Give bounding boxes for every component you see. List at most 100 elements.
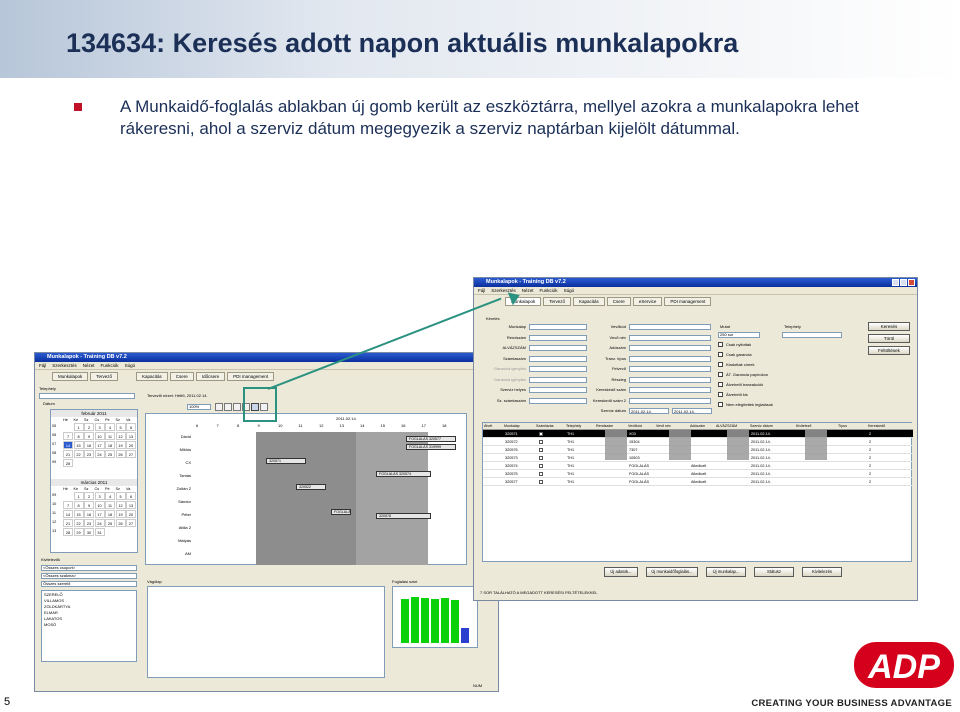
action-button[interactable]: Kivitelezés (802, 567, 842, 577)
row-checkbox[interactable] (539, 480, 543, 484)
day-cell[interactable]: 12 (115, 432, 126, 440)
day-cell[interactable]: 19 (115, 510, 126, 518)
column-header[interactable]: Munkalap (504, 423, 535, 430)
day-cell[interactable]: 5 (115, 492, 126, 500)
tab-kapacitas[interactable]: Kapacitás (136, 372, 168, 381)
day-cell[interactable]: 18 (105, 510, 115, 518)
search-field[interactable] (529, 376, 587, 383)
checkbox[interactable] (718, 382, 723, 387)
tab-idocsere[interactable]: Időcsere (195, 372, 226, 381)
day-cell[interactable]: 5 (115, 423, 126, 431)
day-cell[interactable]: 31 (94, 528, 105, 536)
row-checkbox[interactable] (539, 440, 543, 444)
day-cell[interactable]: 13 (126, 432, 136, 440)
search-field[interactable] (629, 324, 711, 330)
day-cell[interactable]: 25 (105, 450, 115, 458)
column-header[interactable]: Kereskedő (868, 423, 913, 430)
booking-bar[interactable]: 320522 (296, 484, 326, 490)
trade-filter[interactable]: <Összes szakma> (41, 573, 137, 579)
booking-bar[interactable]: FOGLALÁS 320574 (376, 471, 431, 477)
row-checkbox[interactable] (539, 448, 543, 452)
column-header[interactable]: ALVÁZSZÁM (716, 423, 749, 430)
day-cell[interactable]: 16 (84, 441, 94, 449)
action-button[interactable]: Új munkaidőfoglalás... (646, 567, 698, 577)
day-cell[interactable]: 21 (63, 450, 73, 458)
day-cell[interactable]: 9 (84, 501, 94, 509)
site-select[interactable] (39, 393, 135, 399)
close-icon[interactable] (908, 279, 915, 286)
search-field[interactable] (629, 397, 711, 404)
row-checkbox[interactable] (539, 472, 543, 476)
column-header[interactable]: Típus (838, 423, 867, 430)
toolbar-icon[interactable] (233, 403, 241, 411)
zoom-select[interactable]: 100% (187, 404, 211, 410)
table-row[interactable]: 320574 TH1 FOGLALÁS Alledlozlt 2011.02.14. 2 (483, 462, 913, 470)
tab-pdi[interactable]: PDI management (227, 372, 275, 381)
search-field[interactable] (629, 387, 711, 393)
day-cell[interactable]: 7 (63, 432, 73, 440)
tab-kapacitas[interactable]: Kapacitás (573, 297, 605, 306)
search-field[interactable] (529, 345, 587, 351)
day-cell[interactable]: 6 (126, 423, 136, 431)
day-cell[interactable]: 11 (105, 432, 115, 440)
menu-functions[interactable]: Funkciók (101, 362, 119, 369)
toolbar-icon[interactable] (224, 403, 232, 411)
day-cell[interactable]: 24 (94, 450, 105, 458)
tab-tervezo[interactable]: Tervező (90, 372, 119, 381)
day-cell[interactable]: 26 (115, 450, 126, 458)
day-cell[interactable]: 21 (63, 519, 73, 527)
day-cell[interactable]: 4 (105, 492, 115, 500)
column-header[interactable]: Számlázás (536, 423, 565, 430)
column-header[interactable]: Telephely (566, 423, 595, 430)
group-filter[interactable]: <Összes csoport> (41, 565, 137, 571)
checkbox[interactable] (718, 352, 723, 357)
minimize-icon[interactable] (892, 279, 899, 286)
day-cell[interactable]: 11 (105, 501, 115, 509)
day-cell[interactable]: 18 (105, 441, 115, 449)
search-field[interactable] (529, 355, 587, 362)
checkbox[interactable] (718, 402, 723, 407)
menu-edit[interactable]: Szerkesztés (52, 362, 77, 369)
menu-help[interactable]: Súgó (125, 362, 136, 369)
tab-eservice[interactable]: eService (632, 297, 663, 306)
day-cell[interactable]: 28 (63, 528, 73, 536)
column-header[interactable]: Vevő név (656, 423, 689, 430)
day-cell[interactable]: 3 (94, 492, 105, 500)
checkbox[interactable] (718, 372, 723, 377)
column-header[interactable]: Vevőkód (628, 423, 655, 430)
day-cell[interactable]: 8 (73, 432, 84, 440)
search-field[interactable] (629, 345, 711, 351)
menu-functions[interactable]: Funkciók (540, 287, 558, 294)
booking-bar[interactable]: FOGLALÁS 319999 (406, 444, 456, 450)
tab-munkalapok[interactable]: Munkalapok (52, 372, 89, 381)
day-cell[interactable]: 6 (126, 492, 136, 500)
day-cell[interactable]: 23 (84, 519, 94, 527)
booking-bar[interactable]: 320578 (376, 513, 431, 519)
side-button[interactable]: Keresés (868, 322, 910, 331)
day-cell[interactable]: 22 (73, 450, 84, 458)
mechanic-filter[interactable]: Összes szerelő (41, 581, 137, 587)
table-row[interactable]: 320576 TH1 7307 2011.02.14. 2 (483, 446, 913, 454)
day-cell[interactable]: 3 (94, 423, 105, 431)
search-field[interactable] (629, 334, 711, 341)
toolbar-icon[interactable] (215, 403, 223, 411)
day-cell[interactable]: 10 (94, 432, 105, 440)
day-cell[interactable]: 8 (73, 501, 84, 509)
day-cell[interactable]: 10 (94, 501, 105, 509)
site-select[interactable] (782, 332, 842, 338)
day-cell[interactable]: 27 (126, 519, 136, 527)
day-cell[interactable]: 4 (105, 423, 115, 431)
table-row[interactable]: 320573 TH1 10503 2011.02.14. 2 (483, 454, 913, 462)
side-button[interactable]: Feltöltések (868, 346, 910, 355)
day-cell[interactable]: 29 (73, 528, 84, 536)
day-cell[interactable]: 13 (126, 501, 136, 509)
day-cell[interactable]: 9 (84, 432, 94, 440)
column-header[interactable]: Átvét (484, 423, 503, 430)
tab-pdi[interactable]: PDI management (664, 297, 712, 306)
results-table[interactable]: Átvét Munkalap Számlázás Telephely Rendszám V… (482, 422, 913, 562)
note-area[interactable] (147, 586, 385, 678)
menu-help[interactable]: Súgó (564, 287, 575, 294)
booking-bar[interactable]: FOGLALÁS 320577 (406, 436, 456, 442)
search-field[interactable] (529, 334, 587, 341)
day-cell[interactable]: 15 (73, 510, 84, 518)
